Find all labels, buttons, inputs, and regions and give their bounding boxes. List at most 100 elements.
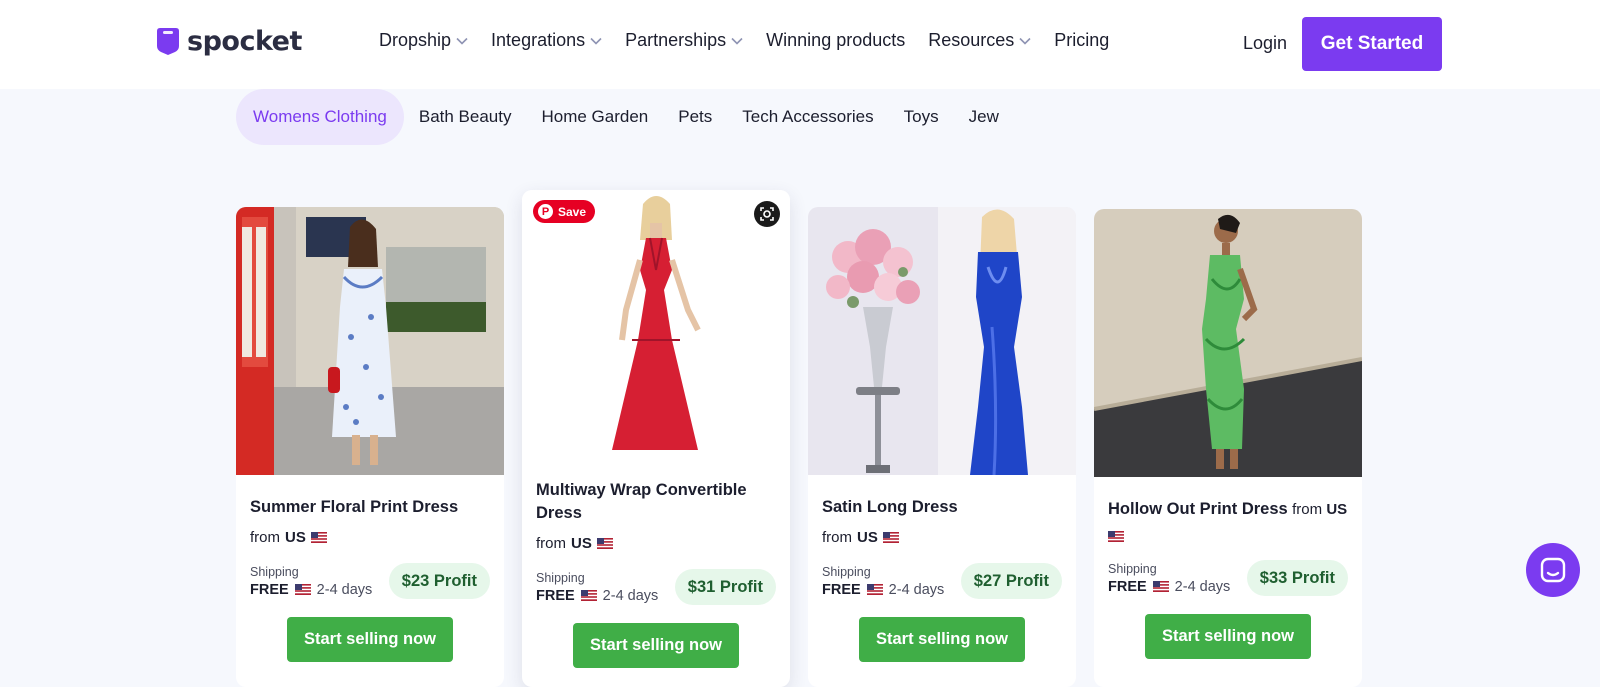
shipping-value: FREE 2-4 days (822, 582, 944, 598)
product-card[interactable]: Satin Long Dress from US Shipping FREE 2… (808, 207, 1076, 687)
tab-jewelry[interactable]: Jew (954, 89, 1002, 145)
profit-badge: $27 Profit (960, 563, 1062, 599)
from-label: from (250, 529, 280, 546)
nav-pricing[interactable]: Pricing (1054, 30, 1109, 51)
main-nav: Dropship Integrations Partnerships Winni… (379, 30, 1132, 51)
origin-country: US (1326, 501, 1348, 518)
us-flag-icon (294, 584, 311, 595)
shipping-label: Shipping (822, 564, 871, 579)
product-title: Summer Floral Print Dress (250, 498, 459, 516)
chat-launcher-button[interactable] (1526, 543, 1580, 597)
category-tabs: Womens Clothing Bath Beauty Home Garden … (236, 89, 1002, 145)
site-header: spocket Dropship Integrations Partnershi… (0, 0, 1600, 89)
product-image[interactable] (808, 207, 1076, 475)
tab-bath-beauty[interactable]: Bath Beauty (404, 89, 527, 145)
us-flag-icon (1108, 531, 1124, 543)
spocket-logo-icon (157, 28, 179, 55)
logo-wordmark: spocket (187, 26, 302, 57)
us-flag-icon (310, 532, 327, 543)
shipping-value: FREE 2-4 days (536, 588, 658, 604)
shipping-info: Shipping FREE 2-4 days (1108, 562, 1230, 595)
origin-flag-row (1108, 528, 1348, 546)
product-photo-satin-dress (808, 207, 1076, 475)
tab-toys[interactable]: Toys (889, 89, 954, 145)
start-selling-button[interactable]: Start selling now (287, 617, 453, 662)
nav-label: Pricing (1054, 30, 1110, 50)
shipping-days: 2-4 days (316, 581, 373, 598)
product-card[interactable]: Summer Floral Print Dress from US Shippi… (236, 207, 504, 687)
nav-label: Integrations (491, 30, 586, 50)
profit-badge: $31 Profit (674, 569, 776, 605)
nav-integrations[interactable]: Integrations (491, 30, 602, 51)
origin-country: US (571, 535, 592, 552)
shipping-days: 2-4 days (602, 587, 659, 604)
product-title: Multiway Wrap Convertible Dress (536, 481, 747, 522)
product-title: Satin Long Dress (822, 498, 958, 516)
from-label: from (822, 529, 852, 546)
card-body: Summer Floral Print Dress from US Shippi… (236, 496, 504, 662)
get-started-button[interactable]: Get Started (1302, 17, 1442, 71)
pinterest-save-button[interactable]: P Save (533, 200, 596, 223)
shipping-row: Shipping FREE 2-4 days $23 Profit (250, 563, 490, 599)
nav-label: Dropship (379, 30, 452, 50)
shipping-row: Shipping FREE 2-4 days $33 Profit (1108, 560, 1348, 596)
shipping-days: 2-4 days (888, 581, 945, 598)
shipping-price: FREE (536, 587, 575, 604)
product-image[interactable] (236, 207, 504, 475)
product-photo-red-dress (522, 190, 790, 458)
shipping-row: Shipping FREE 2-4 days $31 Profit (536, 569, 776, 605)
product-image[interactable]: P Save (522, 190, 790, 458)
nav-label: Resources (928, 30, 1015, 50)
product-image[interactable] (1094, 209, 1362, 477)
shipping-label: Shipping (1108, 561, 1157, 576)
us-flag-icon (1152, 581, 1169, 592)
tab-pets[interactable]: Pets (663, 89, 727, 145)
tab-home-garden[interactable]: Home Garden (526, 89, 663, 145)
origin-row: from US (822, 529, 899, 546)
visual-search-icon[interactable] (754, 201, 780, 227)
nav-partnerships[interactable]: Partnerships (625, 30, 743, 51)
shipping-info: Shipping FREE 2-4 days (822, 565, 944, 598)
card-body: Hollow Out Print Dress from US Shipping … (1094, 498, 1362, 659)
shipping-price: FREE (822, 581, 861, 598)
start-selling-button[interactable]: Start selling now (1145, 614, 1311, 659)
product-photo-floral-dress (236, 207, 504, 475)
origin-row: from US (536, 535, 613, 552)
pin-save-label: Save (558, 204, 587, 219)
nav-resources[interactable]: Resources (928, 30, 1031, 51)
us-flag-icon (882, 532, 899, 543)
origin-country: US (285, 529, 306, 546)
nav-winning-products[interactable]: Winning products (766, 30, 905, 51)
product-card[interactable]: Hollow Out Print Dress from US Shipping … (1094, 209, 1362, 687)
shipping-label: Shipping (536, 570, 585, 585)
profit-badge: $33 Profit (1246, 560, 1348, 596)
product-card[interactable]: P Save Multiway Wrap Convertible Dress f… (522, 190, 790, 687)
card-body: Multiway Wrap Convertible Dress from US … (522, 479, 790, 668)
product-photo-green-dress (1094, 209, 1362, 477)
shipping-info: Shipping FREE 2-4 days (250, 565, 372, 598)
shipping-days: 2-4 days (1174, 578, 1231, 595)
nav-dropship[interactable]: Dropship (379, 30, 468, 51)
shipping-info: Shipping FREE 2-4 days (536, 571, 658, 604)
start-selling-button[interactable]: Start selling now (573, 623, 739, 668)
nav-label: Partnerships (625, 30, 727, 50)
us-flag-icon (580, 590, 597, 601)
from-label: from (536, 535, 566, 552)
spocket-logo[interactable]: spocket (155, 26, 302, 57)
pinterest-icon: P (538, 204, 553, 219)
shipping-price: FREE (250, 581, 289, 598)
shipping-value: FREE 2-4 days (1108, 579, 1230, 595)
shipping-row: Shipping FREE 2-4 days $27 Profit (822, 563, 1062, 599)
login-link[interactable]: Login (1243, 33, 1287, 54)
nav-label: Winning products (766, 30, 906, 50)
title-origin-row: Hollow Out Print Dress from US (1108, 498, 1348, 522)
tab-tech-accessories[interactable]: Tech Accessories (727, 89, 888, 145)
shipping-price: FREE (1108, 578, 1147, 595)
us-flag-icon (596, 538, 613, 549)
start-selling-button[interactable]: Start selling now (859, 617, 1025, 662)
tab-womens-clothing[interactable]: Womens Clothing (236, 89, 404, 145)
origin-country: US (857, 529, 878, 546)
shipping-label: Shipping (250, 564, 299, 579)
card-body: Satin Long Dress from US Shipping FREE 2… (808, 496, 1076, 662)
chevron-down-icon (731, 37, 743, 45)
